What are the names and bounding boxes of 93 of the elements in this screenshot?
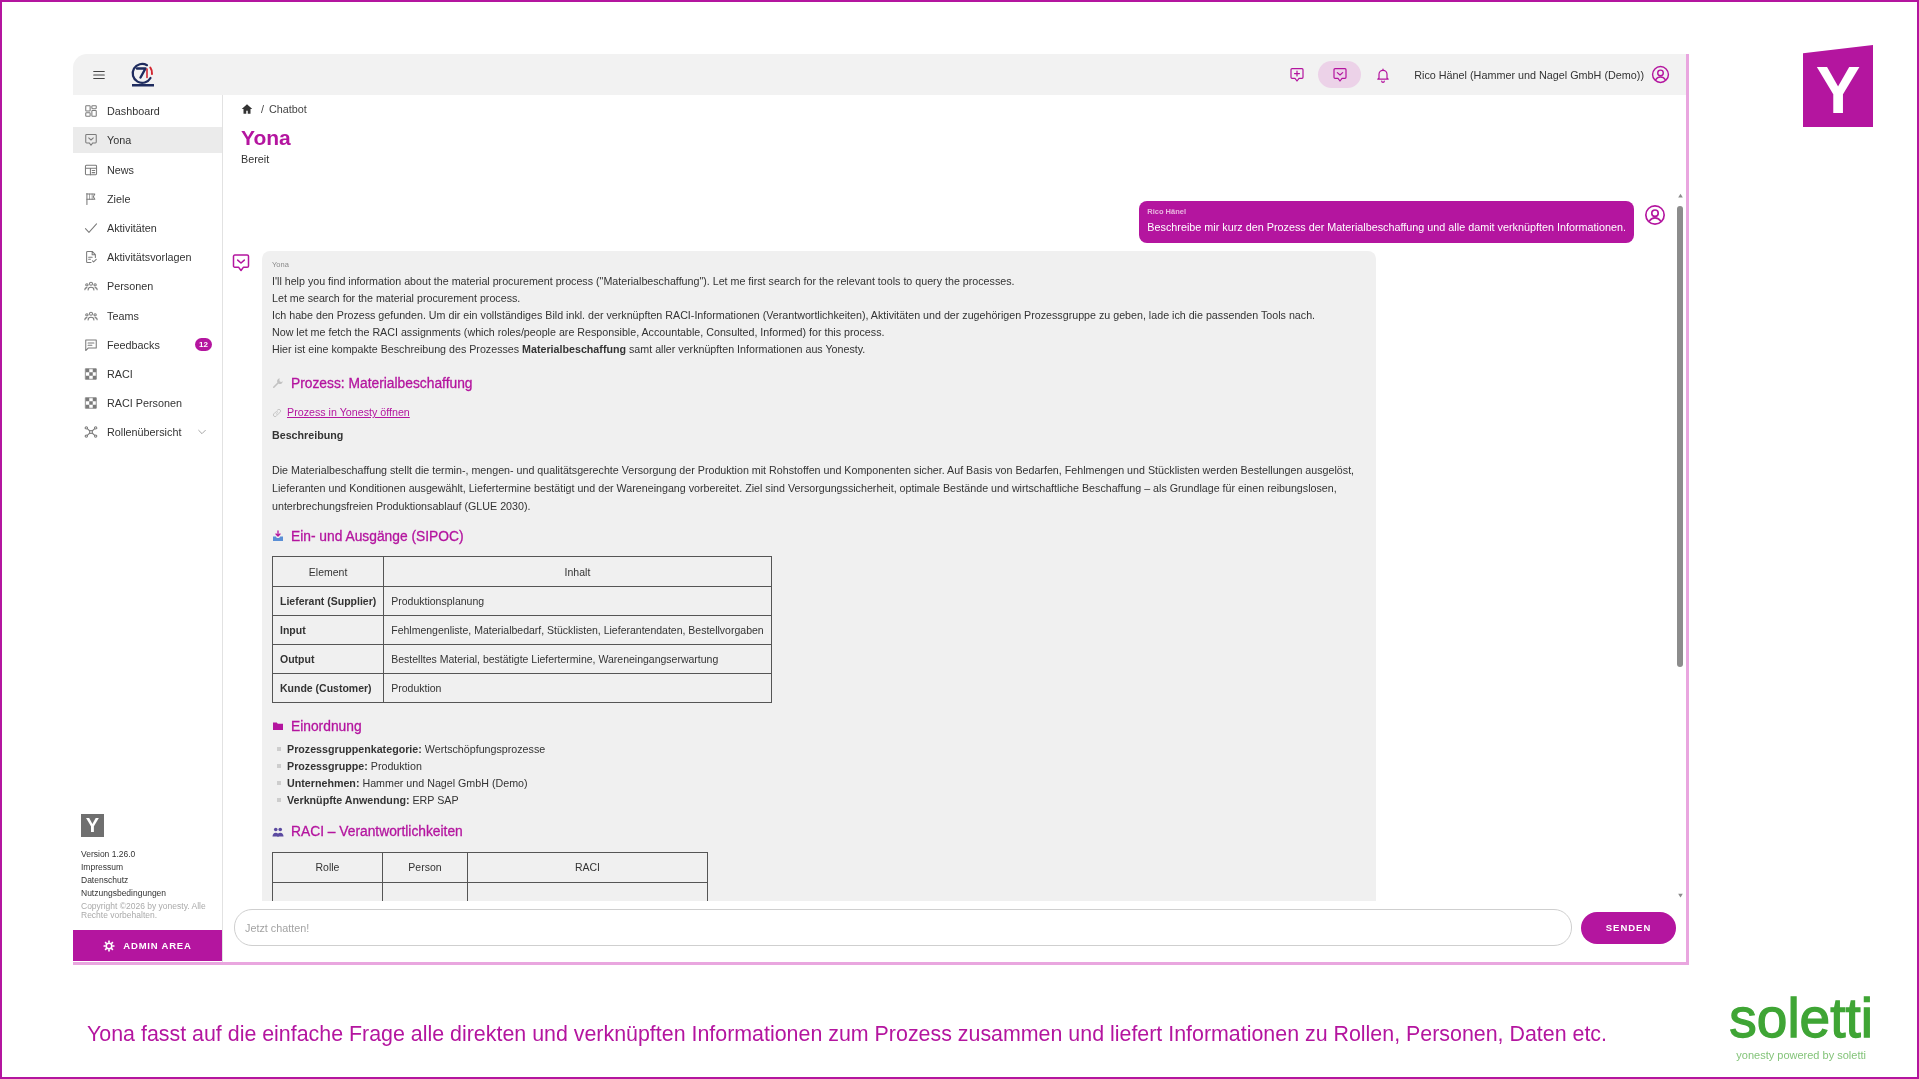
breadcrumb-separator: / [261,103,264,115]
table-cell: Produktion [383,673,772,703]
sidebar-item[interactable]: News [73,156,222,183]
scrollbar-thumb[interactable] [1677,206,1683,667]
sidebar-item[interactable]: Personen [73,273,222,300]
brand-tagline: yonesty powered by soletti [1736,1049,1866,1062]
folder-icon [272,720,284,732]
list-item-text: Unternehmen: Hammer und Nagel GmbH (Demo) [287,775,528,791]
user-name: Rico Hänel (Hammer und Nagel GmbH (Demo)) [1414,68,1644,81]
bell-icon [1374,66,1391,83]
page-title: Yona [241,125,291,151]
scroll-down-icon[interactable] [1676,893,1684,898]
table-header-cell: Inhalt [383,556,772,587]
section-heading: Ein- und Ausgänge (SIPOC) [291,528,464,544]
list-item-text: Prozessgruppenkategorie: Wertschöpfungsprozesse [287,741,546,757]
footer-link[interactable]: Impressum [81,861,124,874]
account-icon [1644,204,1666,226]
count-badge: 12 [195,338,212,352]
list-item-text: Verknüpfte Anwendung: ERP SAP [287,792,459,808]
version-text: Version 1.26.0 [81,848,136,861]
table-cell: Input [272,615,384,645]
bullet-icon [277,781,281,785]
table-cell: Output [272,644,384,674]
table-header-cell: Element [272,556,384,587]
message-text: Let me search for the material procurement process. [272,291,521,306]
chat-input[interactable]: Jetzt chatten! [234,909,1572,946]
message-text: I'll help you find information about the material procurement process ("Materialbeschaffung"). Let me first search for the relevant tools to query the processes. [272,274,1015,289]
chat-bubble-icon [1331,66,1348,83]
sidebar-item[interactable]: Aktivitäten [73,214,222,241]
slide-caption: Yona fasst auf die einfache Frage alle direkten und verknüpften Informationen zum Prozess zusammen und liefert Informationen zu Rollen, Personen, Daten etc. [87,1021,1607,1048]
sidebar-item[interactable]: RACI Personen [73,390,222,417]
section-heading: Einordnung [291,718,362,734]
table-cell: Fehlmengenliste, Materialbedarf, Stücklisten, Lieferantendaten, Bestellvorgaben [383,615,772,645]
document-check-icon [84,250,98,265]
brand-logo: Y [1803,45,1873,127]
settings-icon [103,939,116,952]
scroll-up-icon[interactable] [1676,193,1684,198]
sidebar-item[interactable]: Yona [73,127,222,154]
footer-link[interactable]: Datenschutz [81,874,129,887]
sidebar-item[interactable]: Teams [73,302,222,329]
bullet-icon [277,798,281,802]
newspaper-icon [84,162,98,177]
table-cell: Produktionsplanung [383,586,772,616]
send-button[interactable]: SENDEN [1581,911,1676,944]
brand-wordmark: soletti [1729,990,1873,1046]
message-text: Hier ist eine kompakte Beschreibung des Prozesses Materialbeschaffung samt aller verknüpften Informationen aus Yonesty. [272,342,866,357]
flag-icon [84,191,98,206]
sidebar-item[interactable]: Rollenübersicht [73,419,222,446]
process-link[interactable]: Prozess in Yonesty öffnen [287,404,410,421]
sidebar-item[interactable]: Feedbacks 12 [73,331,222,358]
chat-bubble-icon [231,253,251,273]
checkmark-icon [84,220,98,235]
sidebar-item[interactable]: Ziele [73,185,222,212]
section-heading: Prozess: Materialbeschaffung [291,375,473,391]
section-label: Beschreibung [272,428,344,443]
sidebar-item[interactable]: Aktivitätsvorlagen [73,244,222,271]
bullet-icon [277,764,281,768]
account-icon[interactable] [1651,65,1670,84]
chat-bubble-icon [84,133,98,148]
chatbot-button[interactable] [1318,61,1362,88]
table-cell: Kunde (Customer) [272,673,384,703]
admin-button[interactable]: ADMIN AREA [73,930,222,961]
app-logo: Y [81,814,104,837]
table-header-cell: RACI [467,852,708,882]
checkerboard-icon [84,366,98,381]
message-text: Now let me fetch the RACI assignments (which roles/people are Responsible, Accountable, Consulted, Informed) for this process. [272,325,885,340]
sidebar-item[interactable]: RACI [73,360,222,387]
table-header-cell: Rolle [272,852,383,882]
people-icon [84,279,98,294]
people-icon [272,825,284,838]
link-icon [272,407,282,418]
chat-plus-icon [1288,66,1305,83]
bullet-icon [277,747,281,751]
checkerboard-icon [84,396,98,411]
status-text: Bereit [241,153,270,166]
copyright-text: Copyright ©2026 by yonesty. Alle Rechte vorbehalten. [81,902,207,920]
table-cell: Bestelltes Material, bestätigte Liefertermine, Wareneingangserwartung [383,644,772,674]
description-text: Die Materialbeschaffung stellt die termin-, mengen- und qualitätsgerechte Versorgung der Produktion mit Rohstoffen und Komponenten sicher. Auf Basis von Bedarfen, Fehlmengen und Stücklisten werden Bestellungen ausgelöst, Lieferanten und Konditionen ausgewählt, Liefertermine bestätigt und der Wareneingang vorbereitet. Ziel sind Versorgungssicherheit, optimale Bestände und wirtschaftliche Beschaffung – als Grundlage für einen reibungslosen, unterbrechungsfreien Produktionsablauf (GLUE 2030). [272,463,1356,514]
message-icon [84,337,98,352]
table-cell: Lieferant (Supplier) [272,586,384,616]
message-text: Ich habe den Prozess gefunden. Um dir ein vollständiges Bild inkl. der verknüpften RACI-Informationen (Verantwortlichkeiten), Aktivitäten und der zugehörigen Prozessgruppe zu geben, lade ich die passenden Tools nach. [272,308,1316,323]
network-icon [84,425,98,440]
breadcrumb-item[interactable]: Chatbot [269,103,307,115]
wrench-icon [272,377,284,389]
inbox-tray-icon [272,530,284,542]
message-text: Beschreibe mir kurz den Prozess der Materialbeschaffung und alle damit verknüpften Informationen. [1147,220,1626,235]
list-item-text: Prozessgruppe: Produktion [287,758,422,774]
home-icon[interactable] [241,103,253,115]
section-heading: RACI – Verantwortlichkeiten [291,824,463,839]
dashboard-icon [84,104,98,119]
table-header-cell: Person [382,852,468,882]
sidebar-item[interactable]: Dashboard [73,98,222,125]
footer-link[interactable]: Nutzungsbedingungen [81,887,167,900]
